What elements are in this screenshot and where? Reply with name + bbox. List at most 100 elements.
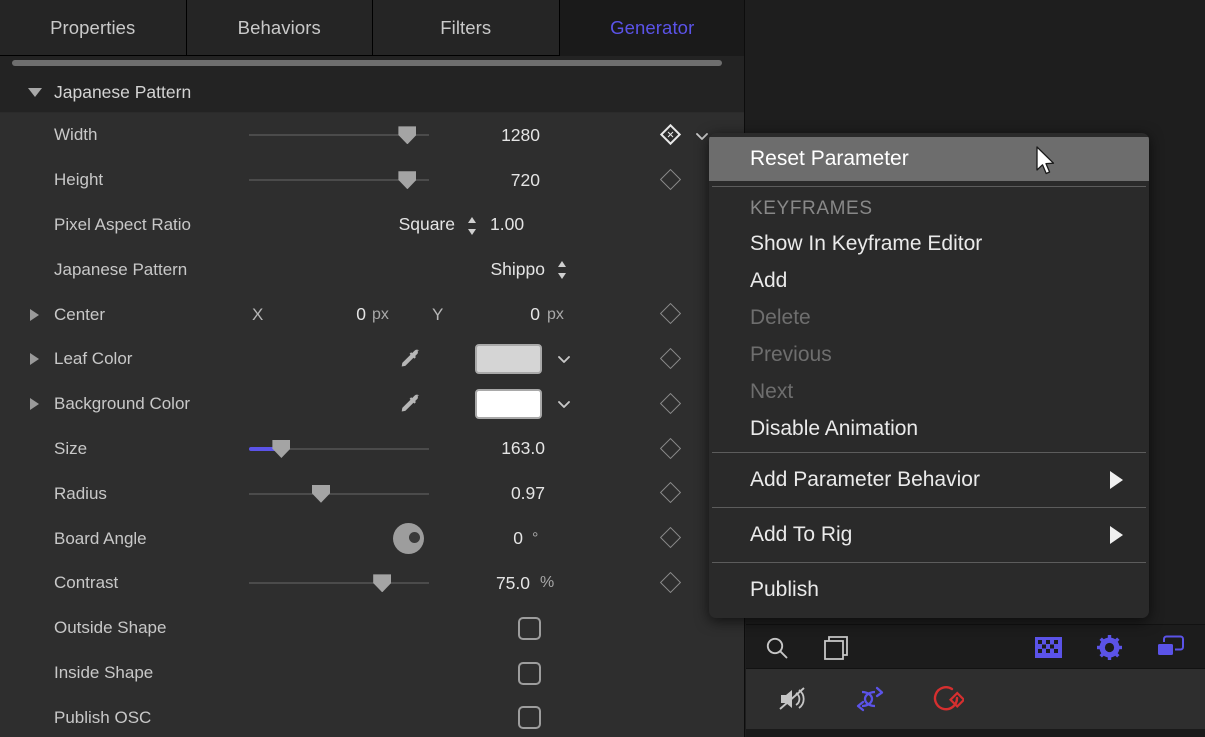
tab-behaviors[interactable]: Behaviors [187, 0, 374, 56]
chevron-down-icon-width[interactable] [694, 128, 710, 144]
menu-item-label: Next [750, 380, 793, 404]
disclosure-triangle-right-icon-leaf-color[interactable] [30, 353, 39, 365]
keyframe-diamond-size[interactable] [660, 437, 681, 458]
menu-item-reset-parameter[interactable]: Reset Parameter [709, 137, 1149, 181]
param-unit-board-angle: ° [532, 530, 538, 548]
param-row-outside-shape: Outside Shape [0, 606, 745, 651]
tab-generator[interactable]: Generator [560, 0, 746, 56]
angle-dial-indicator [409, 532, 420, 543]
slider-width[interactable] [249, 124, 429, 146]
up-down-arrows-icon-japanese-pattern[interactable] [556, 259, 568, 281]
tab-properties[interactable]: Properties [0, 0, 187, 56]
param-row-radius: Radius 0.97 [0, 471, 745, 516]
loop-icon[interactable] [853, 684, 887, 719]
parameter-rows: Width 1280 Height 720 [0, 113, 745, 737]
color-swatch-background-color[interactable] [475, 389, 542, 419]
param-label-outside-shape: Outside Shape [54, 618, 166, 638]
slider-height[interactable] [249, 169, 429, 191]
checkerboard-icon[interactable] [1035, 637, 1062, 663]
popup-value-japanese-pattern[interactable]: Shippo [330, 259, 545, 280]
tab-properties-label: Properties [50, 17, 135, 39]
inspector-panel: Properties Behaviors Filters Generator J… [0, 0, 745, 737]
tab-generator-label: Generator [610, 17, 694, 39]
checkbox-outside-shape[interactable] [518, 617, 541, 640]
angle-dial-board-angle[interactable] [393, 523, 424, 554]
keyframe-diamond-center[interactable] [660, 303, 681, 324]
slider-knob[interactable] [312, 485, 330, 503]
param-value-contrast[interactable]: 75.0 [440, 573, 530, 594]
slider-knob[interactable] [272, 440, 290, 458]
param-row-japanese-pattern: Japanese Pattern Shippo [0, 247, 745, 292]
up-down-arrows-icon-pixel-aspect[interactable] [466, 215, 478, 237]
menu-separator [712, 186, 1146, 187]
menu-item-disable-animation[interactable]: Disable Animation [709, 410, 1149, 447]
layers-icon[interactable] [1155, 635, 1185, 664]
search-icon[interactable] [764, 635, 790, 666]
menu-item-add[interactable]: Add [709, 262, 1149, 299]
menu-item-delete: Delete [709, 299, 1149, 336]
slider-knob[interactable] [398, 126, 416, 144]
checkbox-publish-osc[interactable] [518, 706, 541, 729]
submenu-arrow-icon [1110, 526, 1123, 544]
keyframe-diamond-height[interactable] [660, 169, 681, 190]
canvas-toolbar-bottom [746, 669, 1205, 729]
param-value-radius[interactable]: 0.97 [455, 483, 545, 504]
eyedropper-icon-background-color[interactable] [398, 391, 424, 417]
param-row-height: Height 720 [0, 158, 745, 203]
keyframe-diamond-radius[interactable] [660, 482, 681, 503]
keyframe-diamond-leaf-color[interactable] [660, 348, 681, 369]
menu-item-publish[interactable]: Publish [709, 568, 1149, 612]
param-value-board-angle[interactable]: 0 [455, 528, 523, 549]
group-title: Japanese Pattern [54, 82, 191, 103]
param-value-height[interactable]: 720 [455, 170, 540, 191]
group-header-japanese-pattern[interactable]: Japanese Pattern [0, 72, 745, 112]
param-row-contrast: Contrast 75.0 % [0, 561, 745, 606]
menu-separator [712, 507, 1146, 508]
chevron-down-icon-leaf-color[interactable] [556, 351, 572, 367]
disclosure-triangle-down-icon[interactable] [28, 88, 42, 97]
record-keyframe-icon[interactable] [928, 682, 964, 719]
param-value-center-x[interactable]: 0 [300, 304, 366, 325]
param-label-radius: Radius [54, 484, 107, 504]
color-swatch-leaf-color[interactable] [475, 344, 542, 374]
menu-item-label: Delete [750, 306, 811, 330]
param-value-size[interactable]: 163.0 [455, 438, 545, 459]
tab-filters-label: Filters [440, 17, 491, 39]
tab-filters[interactable]: Filters [373, 0, 560, 56]
param-label-size: Size [54, 439, 87, 459]
frame-icon[interactable] [824, 636, 848, 665]
gear-icon[interactable] [1096, 634, 1123, 666]
slider-contrast[interactable] [249, 572, 429, 594]
context-menu: Reset Parameter KEYFRAMES Show In Keyfra… [709, 133, 1149, 618]
menu-item-add-to-rig[interactable]: Add To Rig [709, 513, 1149, 557]
popup-value-pixel-aspect-ratio[interactable]: Square [300, 214, 455, 235]
slider-size[interactable] [249, 438, 429, 460]
mute-icon[interactable] [778, 685, 810, 718]
menu-item-label: Reset Parameter [750, 147, 909, 171]
checkbox-inside-shape[interactable] [518, 662, 541, 685]
disclosure-triangle-right-icon-background-color[interactable] [30, 398, 39, 410]
keyframe-diamond-width[interactable] [660, 124, 681, 145]
disclosure-triangle-right-icon-center[interactable] [30, 309, 39, 321]
menu-item-add-parameter-behavior[interactable]: Add Parameter Behavior [709, 458, 1149, 502]
menu-item-show-in-keyframe-editor[interactable]: Show In Keyframe Editor [709, 225, 1149, 262]
param-row-leaf-color: Leaf Color [0, 337, 745, 382]
param-value-width[interactable]: 1280 [455, 125, 540, 146]
slider-radius[interactable] [249, 483, 429, 505]
menu-item-previous: Previous [709, 336, 1149, 373]
param-row-background-color: Background Color [0, 382, 745, 427]
param-value-center-y[interactable]: 0 [474, 304, 540, 325]
param-label-center: Center [54, 305, 105, 325]
horizontal-scrollbar[interactable] [0, 56, 745, 72]
slider-knob[interactable] [398, 171, 416, 189]
menu-item-next: Next [709, 373, 1149, 410]
keyframe-diamond-board-angle[interactable] [660, 527, 681, 548]
param-value-pixel-aspect-ratio: 1.00 [490, 214, 550, 235]
horizontal-scrollbar-thumb[interactable] [12, 60, 722, 66]
canvas-toolbar-top [746, 624, 1205, 669]
eyedropper-icon-leaf-color[interactable] [398, 346, 424, 372]
chevron-down-icon-background-color[interactable] [556, 396, 572, 412]
keyframe-diamond-contrast[interactable] [660, 572, 681, 593]
slider-knob[interactable] [373, 574, 391, 592]
keyframe-diamond-background-color[interactable] [660, 393, 681, 414]
